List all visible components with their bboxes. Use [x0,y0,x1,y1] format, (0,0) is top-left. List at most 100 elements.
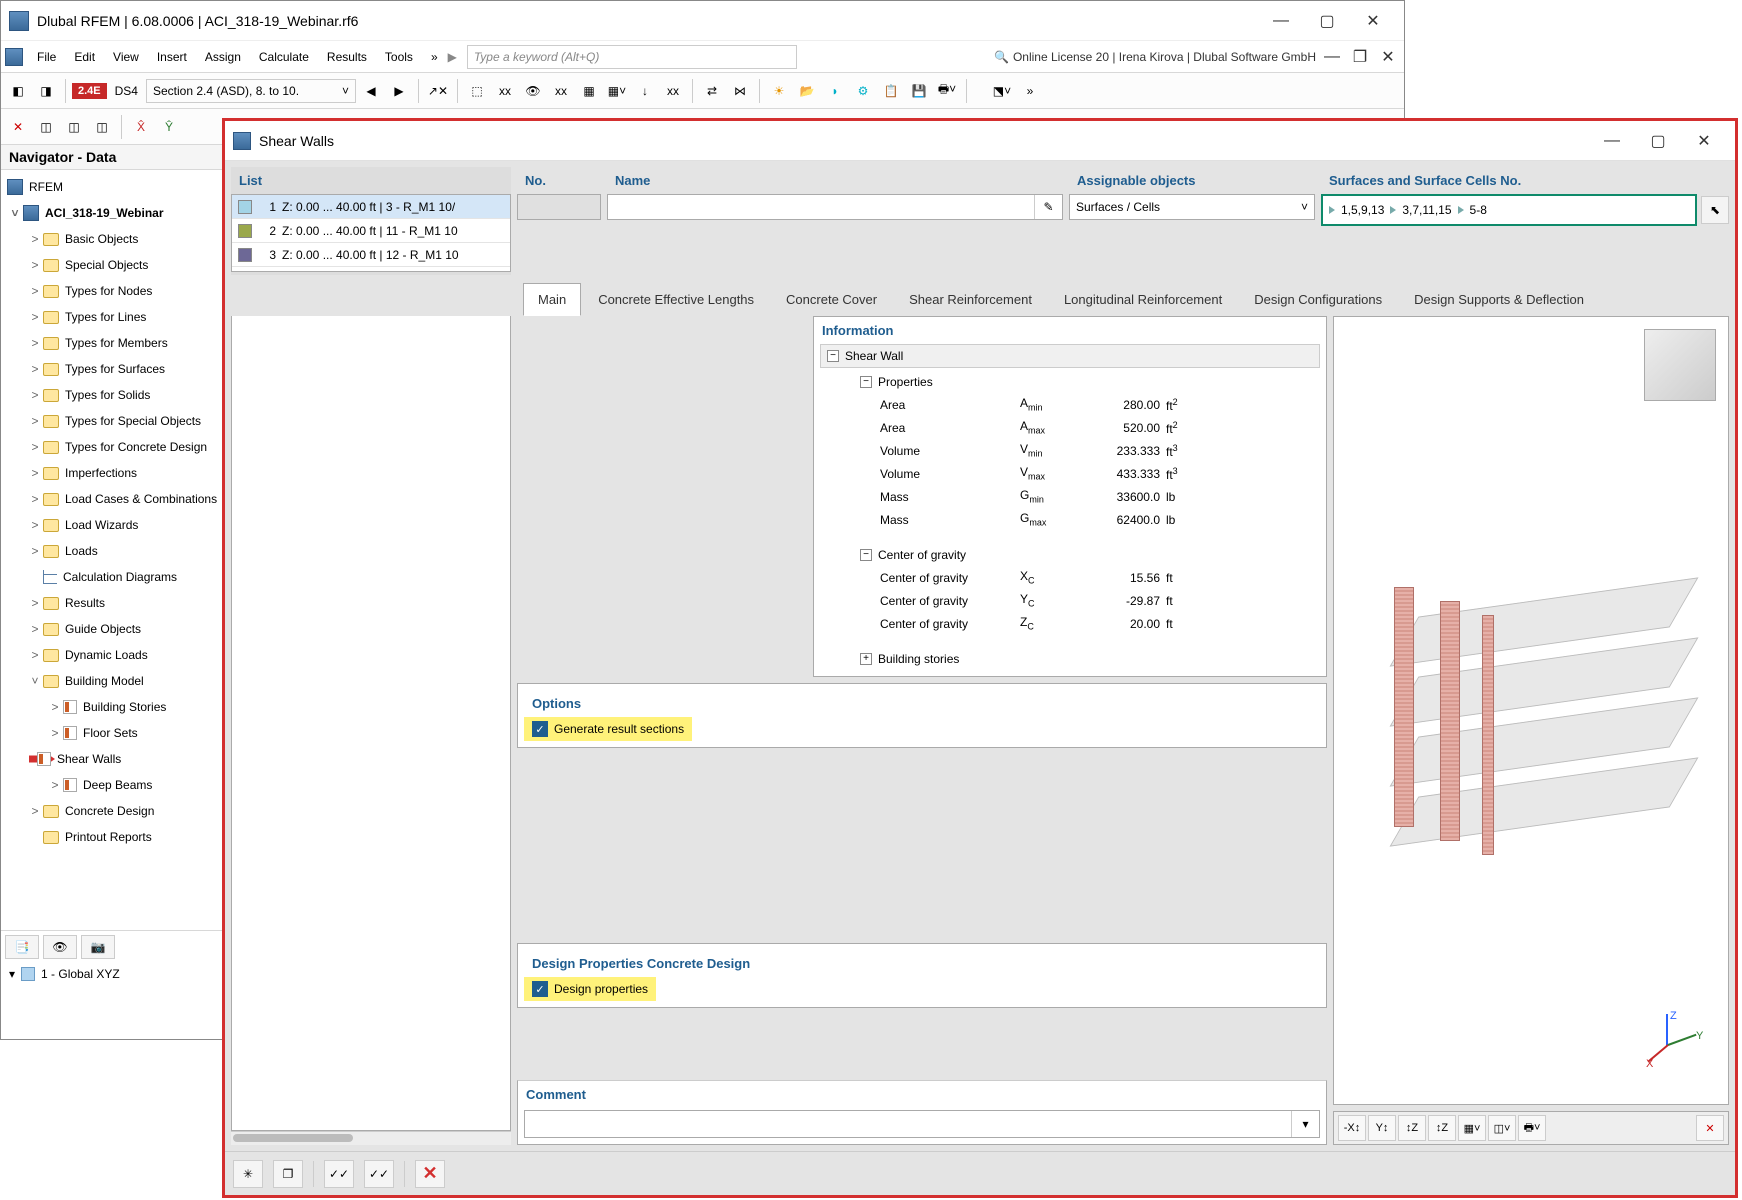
tab-supports[interactable]: Design Supports & Deflection [1399,283,1599,316]
shear-wall-header[interactable]: − Shear Wall [820,344,1320,368]
dialog-close-button[interactable]: ✕ [1681,125,1727,157]
doc-restore-button[interactable]: ❐ [1348,41,1372,73]
view-btn[interactable]: ▦˅ [1458,1115,1486,1141]
tb-icon[interactable]: ↓ [632,78,658,104]
maximize-button[interactable]: ▢ [1304,5,1350,37]
keyword-search[interactable]: Type a keyword (Alt+Q) [467,45,797,69]
tb-icon[interactable]: ⚙ [850,78,876,104]
cube-icon[interactable]: ◫ [61,114,87,140]
name-field[interactable]: ✎ [607,194,1063,220]
tb-icon[interactable]: xx [548,78,574,104]
tb-icon[interactable]: ◨ [33,78,59,104]
menu-results[interactable]: Results [319,46,375,68]
menu-more[interactable]: » [423,46,446,68]
copy-button[interactable]: ❐ [273,1160,303,1188]
tab-long-reinf[interactable]: Longitudinal Reinforcement [1049,283,1237,316]
tb-icon[interactable]: ⋈ [727,78,753,104]
doc-close-button[interactable]: ✕ [1376,41,1400,73]
list-row[interactable]: 3Z: 0.00 ... 40.00 ft | 12 - R_M1 10 [232,243,510,267]
menu-tools[interactable]: Tools [377,46,421,68]
menu-edit[interactable]: Edit [66,46,103,68]
list-h-scrollbar[interactable] [231,1131,511,1145]
axis-y-icon[interactable]: Ŷ [156,114,182,140]
comment-edit-icon[interactable]: ▾ [1291,1111,1319,1137]
edit-name-icon[interactable]: ✎ [1034,195,1062,219]
nav-eye-icon[interactable]: 👁 [43,935,77,959]
axis-x-icon[interactable]: X̂ [128,114,154,140]
view-reset-button[interactable]: ✕ [1696,1115,1724,1141]
menu-file[interactable]: File [29,46,64,68]
pick-surface-button[interactable]: ⬉ [1701,196,1729,224]
next-button[interactable]: ▶ [386,78,412,104]
list-row[interactable]: 2Z: 0.00 ... 40.00 ft | 11 - R_M1 10 [232,219,510,243]
no-field[interactable] [517,194,601,220]
collapse-icon[interactable]: − [860,549,872,561]
tb-icon[interactable]: ⬚ [464,78,490,104]
badge-24e[interactable]: 2.4E [72,83,107,99]
minimize-button[interactable]: — [1258,5,1304,37]
menu-assign[interactable]: Assign [197,46,249,68]
save-icon[interactable]: 💾 [906,78,932,104]
section-combo[interactable]: Section 2.4 (ASD), 8. to 10.˅ [146,79,356,103]
tab-eff-lengths[interactable]: Concrete Effective Lengths [583,283,769,316]
check-button[interactable]: ✓✓ [324,1160,354,1188]
nav-camera-icon[interactable]: 📷 [81,935,115,959]
tb-icon[interactable]: ▦ [576,78,602,104]
view-z-button[interactable]: ↕Z [1398,1115,1426,1141]
doc-minimize-button[interactable]: — [1320,41,1344,73]
tb-icon[interactable]: xx [660,78,686,104]
check2-button[interactable]: ✓✓ [364,1160,394,1188]
list-title: List [231,167,511,194]
collapse-icon[interactable]: − [827,350,839,362]
assign-combo[interactable]: Surfaces / Cells˅ [1069,194,1315,220]
delete-button[interactable]: ✕ [415,1160,445,1188]
nav-tab-icon[interactable]: 📑 [5,935,39,959]
prev-button[interactable]: ◀ [358,78,384,104]
viewport-3d[interactable]: Z Y X [1333,316,1729,1105]
view-iso-button[interactable]: ↕Z [1428,1115,1456,1141]
dialog-minimize-button[interactable]: — [1589,125,1635,157]
design-properties-checkbox[interactable]: ✓ Design properties [524,977,656,1001]
tab-cover[interactable]: Concrete Cover [771,283,892,316]
tb-icon[interactable]: ✕ [5,114,31,140]
tb-icon[interactable]: ↗✕ [425,78,451,104]
cube-icon[interactable]: ◫ [33,114,59,140]
tb-icon[interactable]: 📋 [878,78,904,104]
close-button[interactable]: ✕ [1350,5,1396,37]
view-cube[interactable] [1644,329,1716,401]
menu-view[interactable]: View [105,46,147,68]
print-icon[interactable]: 🖶˅ [934,78,960,104]
property-row: MassGmax62400.0lb [820,508,1320,531]
tb-icon[interactable]: xx [492,78,518,104]
new-button[interactable]: ✳ [233,1160,263,1188]
tb-icon[interactable]: ▦˅ [604,78,630,104]
tb-icon[interactable]: ◧ [5,78,31,104]
view-btn[interactable]: ◫˅ [1488,1115,1516,1141]
view-x-button[interactable]: -X↕ [1338,1115,1366,1141]
expand-icon[interactable]: + [860,653,872,665]
tb-more[interactable]: » [1017,78,1043,104]
tb-icon[interactable]: ⇄ [699,78,725,104]
cube-icon[interactable]: ◫ [89,114,115,140]
comment-field[interactable]: ▾ [524,1110,1320,1138]
cog-row: Center of gravityYC-29.87ft [820,589,1320,612]
tab-main[interactable]: Main [523,283,581,316]
dialog-maximize-button[interactable]: ▢ [1635,125,1681,157]
tb-icon[interactable]: ⬔˅ [989,78,1015,104]
list-fill[interactable] [231,316,511,1131]
generate-result-sections-checkbox[interactable]: ✓ Generate result sections [524,717,692,741]
tb-icon[interactable]: ◗ [822,78,848,104]
view-y-button[interactable]: Y↕ [1368,1115,1396,1141]
collapse-icon[interactable]: − [860,376,872,388]
tab-shear-reinf[interactable]: Shear Reinforcement [894,283,1047,316]
tb-icon[interactable]: 📂 [794,78,820,104]
tab-design-config[interactable]: Design Configurations [1239,283,1397,316]
menu-insert[interactable]: Insert [149,46,195,68]
tb-icon[interactable]: ☀ [766,78,792,104]
tb-icon[interactable]: 👁 [520,78,546,104]
list-row[interactable]: 1Z: 0.00 ... 40.00 ft | 3 - R_M1 10/ [232,195,510,219]
surf-field[interactable]: 1,5,9,13 3,7,11,15 5-8 [1321,194,1697,226]
dialog-title: Shear Walls [259,133,1589,149]
view-print-button[interactable]: 🖶˅ [1518,1115,1546,1141]
menu-calculate[interactable]: Calculate [251,46,317,68]
